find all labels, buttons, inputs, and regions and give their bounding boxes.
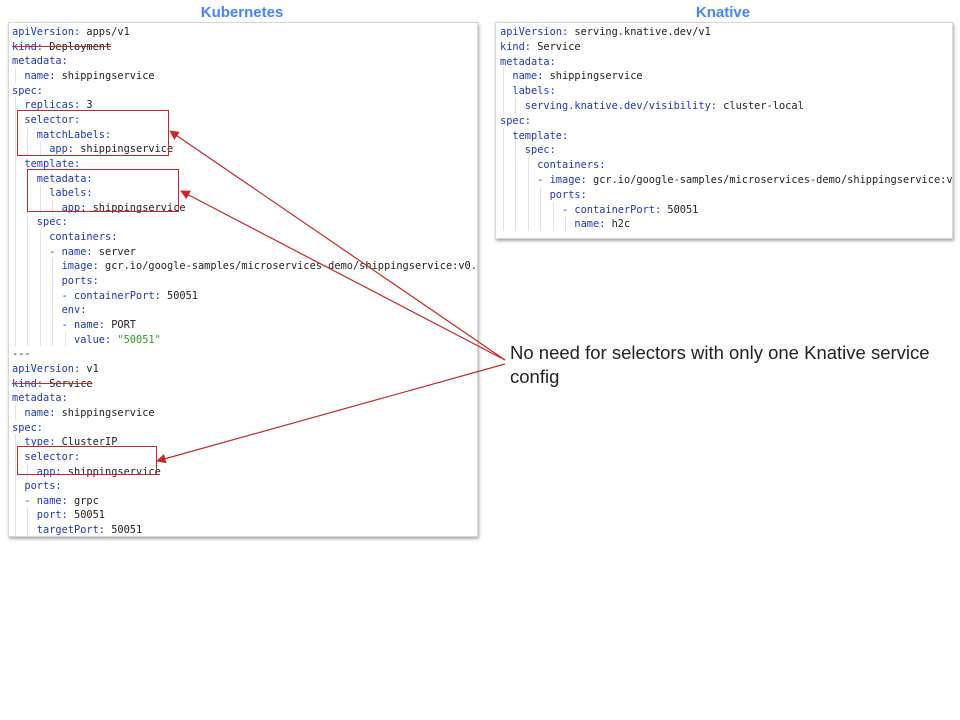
arrow-to-template-metadata [180, 190, 506, 361]
arrow-to-service-selector [156, 363, 506, 464]
arrow-to-selector [169, 130, 506, 361]
annotation-note: No need for selectors with only one Knat… [510, 342, 930, 387]
